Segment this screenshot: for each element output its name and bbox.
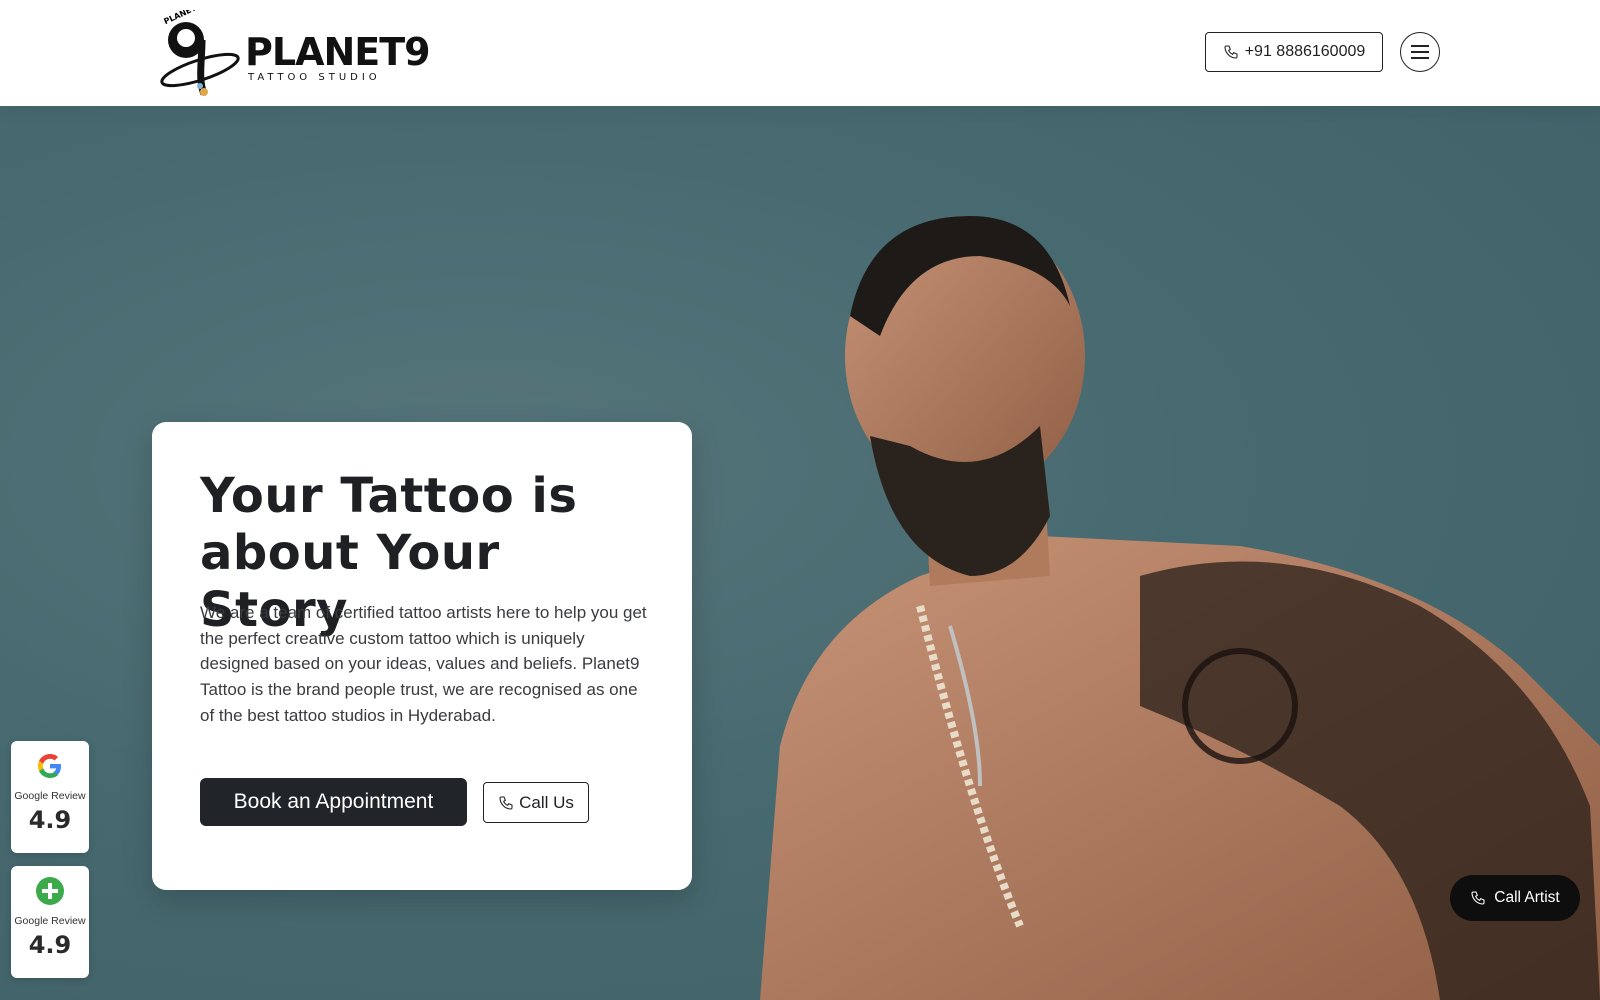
review-score: 4.9 — [28, 931, 72, 959]
phone-icon — [499, 795, 513, 810]
call-us-button[interactable]: Call Us — [483, 782, 589, 823]
phone-icon — [1224, 45, 1238, 59]
google-review-badge[interactable]: Google Review 4.9 — [11, 741, 89, 853]
site-header: PLANET PLANET9 TATTOO STUDIO +91 8886160… — [0, 0, 1600, 106]
call-us-label: Call Us — [519, 792, 574, 812]
review-label: Google Review — [14, 915, 86, 927]
google-review-badge-secondary[interactable]: Google Review 4.9 — [11, 866, 89, 978]
phone-icon — [1471, 891, 1485, 905]
book-appointment-button[interactable]: Book an Appointment — [200, 778, 467, 826]
planet9-logo[interactable]: PLANET PLANET9 TATTOO STUDIO — [158, 3, 431, 98]
header-phone-button[interactable]: +91 8886160009 — [1205, 32, 1383, 72]
planet9-emblem-icon: PLANET — [160, 3, 240, 96]
logo-tagline: TATTOO STUDIO — [248, 72, 381, 83]
hamburger-menu-icon — [1411, 45, 1429, 59]
hero-model-image — [760, 216, 1600, 1000]
hero-description: We are a team of certified tattoo artist… — [200, 603, 647, 725]
review-score: 4.9 — [28, 806, 72, 834]
hamburger-menu-button[interactable] — [1400, 32, 1440, 72]
google-g-icon — [38, 754, 61, 778]
review-label: Google Review — [14, 790, 86, 802]
green-plus-icon — [36, 877, 64, 905]
hero-card: Your Tattoo is about Your Story We are a… — [152, 422, 692, 890]
phone-number-label: +91 8886160009 — [1244, 43, 1366, 60]
logo-wordmark: PLANET9 — [245, 30, 431, 74]
hero-section: Your Tattoo is about Your Story We are a… — [0, 106, 1600, 1000]
call-artist-button[interactable]: Call Artist — [1450, 875, 1580, 921]
call-artist-label: Call Artist — [1494, 889, 1560, 906]
